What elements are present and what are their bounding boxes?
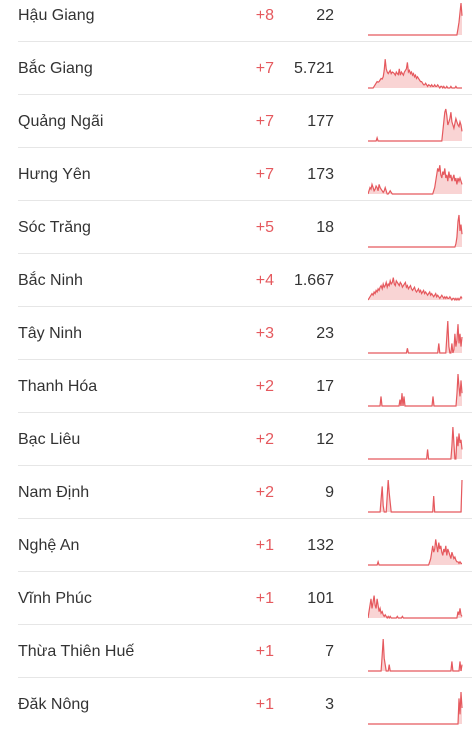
total-cases: 5.721: [293, 60, 334, 77]
total-cases: 23: [316, 325, 334, 342]
trend-sparkline: [368, 108, 463, 142]
table-row[interactable]: Đăk Nông +1 3: [18, 678, 472, 731]
table-row[interactable]: Bắc Giang +7 5.721: [18, 42, 472, 95]
trend-sparkline: [368, 595, 463, 619]
new-cases-delta: +7: [255, 166, 274, 183]
province-name: Thanh Hóa: [18, 378, 98, 395]
new-cases-delta: +1: [255, 537, 274, 554]
province-name: Tây Ninh: [18, 325, 83, 342]
new-cases-delta: +7: [255, 60, 274, 77]
new-cases-delta: +1: [255, 590, 274, 607]
table-row[interactable]: Nghệ An +1 132: [18, 519, 472, 572]
sparkline-area: [368, 59, 462, 88]
trend-sparkline: [368, 373, 463, 407]
province-name: Sóc Trăng: [18, 219, 91, 236]
province-name: Đăk Nông: [18, 696, 90, 713]
sparkline-line: [368, 373, 463, 407]
total-cases: 12: [316, 431, 334, 448]
sparkline-area: [368, 215, 462, 247]
total-cases: 22: [316, 7, 334, 24]
table-row[interactable]: Hưng Yên +7 173: [18, 148, 472, 201]
trend-sparkline: [368, 2, 463, 36]
table-row[interactable]: Quảng Ngãi +7 177: [18, 95, 472, 148]
new-cases-delta: +7: [255, 113, 274, 130]
trend-sparkline: [368, 539, 462, 566]
province-name: Quảng Ngãi: [18, 113, 104, 130]
total-cases: 9: [325, 484, 334, 501]
province-name: Nghệ An: [18, 537, 80, 554]
sparkline-line: [368, 2, 463, 36]
table-row[interactable]: Hậu Giang +8 22: [18, 0, 472, 42]
new-cases-delta: +1: [255, 643, 274, 660]
trend-sparkline: [368, 426, 463, 460]
new-cases-delta: +5: [255, 219, 274, 236]
total-cases: 3: [325, 696, 334, 713]
province-cases-table: Hậu Giang +8 22 Bắc Giang +7 5.721 Quảng Ngãi +…: [0, 0, 472, 725]
sparkline-area: [368, 692, 462, 724]
new-cases-delta: +2: [255, 431, 274, 448]
sparkline-area: [368, 595, 462, 618]
total-cases: 173: [307, 166, 334, 183]
table-row[interactable]: Bắc Ninh +4 1.667: [18, 254, 472, 307]
sparkline-line: [368, 691, 463, 725]
total-cases: 177: [307, 113, 334, 130]
total-cases: 17: [316, 378, 334, 395]
sparkline-line: [368, 214, 463, 248]
table-row[interactable]: Thừa Thiên Huế +1 7: [18, 625, 472, 678]
trend-sparkline: [368, 165, 463, 195]
new-cases-delta: +1: [255, 696, 274, 713]
total-cases: 18: [316, 219, 334, 236]
province-name: Thừa Thiên Huế: [18, 643, 135, 660]
province-name: Hưng Yên: [18, 166, 91, 183]
new-cases-delta: +8: [255, 7, 274, 24]
total-cases: 7: [325, 643, 334, 660]
table-row[interactable]: Bạc Liêu +2 12: [18, 413, 472, 466]
province-name: Bạc Liêu: [18, 431, 81, 448]
total-cases: 101: [307, 590, 334, 607]
province-name: Bắc Ninh: [18, 272, 83, 289]
table-row[interactable]: Nam Định +2 9: [18, 466, 472, 519]
trend-sparkline: [368, 277, 463, 301]
province-name: Vĩnh Phúc: [18, 590, 92, 607]
sparkline-line: [368, 426, 463, 460]
trend-sparkline: [368, 214, 463, 248]
total-cases: 1.667: [293, 272, 334, 289]
trend-sparkline: [368, 320, 463, 354]
trend-sparkline: [368, 691, 463, 725]
table-row[interactable]: Sóc Trăng +5 18: [18, 201, 472, 254]
table-row[interactable]: Thanh Hóa +2 17: [18, 360, 472, 413]
total-cases: 132: [307, 537, 334, 554]
trend-sparkline: [368, 59, 462, 89]
new-cases-delta: +2: [255, 484, 274, 501]
province-name: Bắc Giang: [18, 60, 93, 77]
trend-sparkline: [368, 479, 463, 513]
new-cases-delta: +2: [255, 378, 274, 395]
trend-sparkline: [368, 638, 463, 672]
new-cases-delta: +3: [255, 325, 274, 342]
sparkline-area: [368, 427, 462, 459]
table-row[interactable]: Tây Ninh +3 23: [18, 307, 472, 360]
sparkline-area: [368, 3, 462, 35]
province-name: Nam Định: [18, 484, 90, 501]
table-row[interactable]: Vĩnh Phúc +1 101: [18, 572, 472, 625]
new-cases-delta: +4: [255, 272, 274, 289]
province-name: Hậu Giang: [18, 7, 95, 24]
